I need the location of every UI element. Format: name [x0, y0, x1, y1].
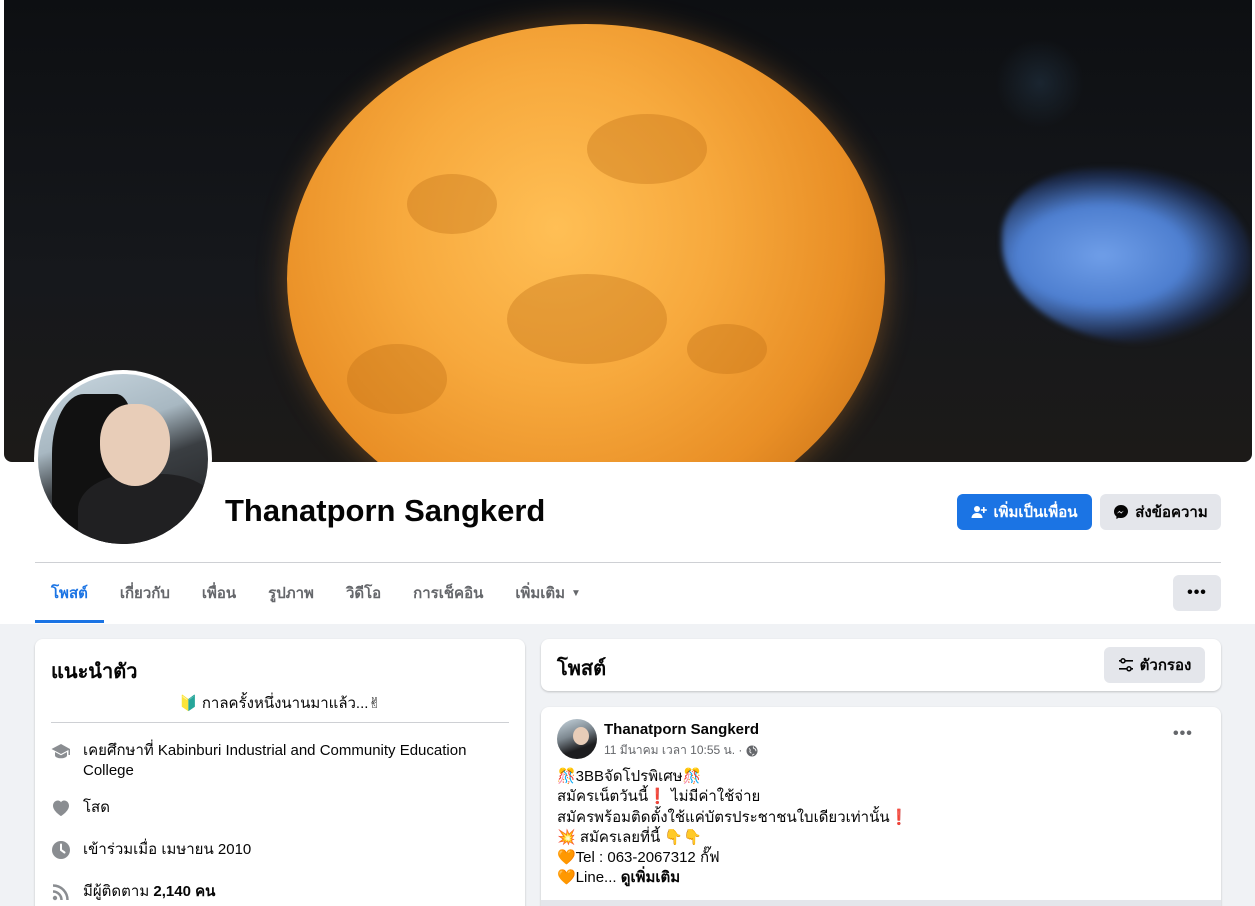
education-row: เคยศึกษาที่ Kabinburi Industrial and Com…: [51, 741, 491, 781]
joined-row: เข้าร่วมเมื่อ เมษายน 2010: [51, 840, 491, 860]
graduation-cap-icon: [51, 741, 71, 761]
post-line: สมัครเน็ตวันนี้❗ ไม่มีค่าใช้จ่าย: [557, 788, 761, 806]
intro-title: แนะนำตัว: [51, 661, 138, 683]
filter-button[interactable]: ตัวกรอง: [1104, 647, 1205, 683]
post-media-edge: [541, 900, 1221, 906]
tab-label: เพิ่มเติม: [515, 585, 566, 602]
post-author-name[interactable]: Thanatporn Sangkerd: [604, 721, 759, 738]
moon-image: [287, 24, 885, 462]
post-timestamp[interactable]: 11 มีนาคม เวลา 10:55 น. ·: [604, 741, 742, 760]
clock-icon: [51, 840, 71, 860]
tab-friends[interactable]: เพื่อน: [186, 563, 252, 623]
post-line: 🎊3BBจัดโปรพิเศษ🎊: [557, 768, 702, 785]
blue-light-image: [1002, 168, 1252, 343]
posts-header-card: โพสต์ ตัวกรอง: [541, 639, 1221, 691]
post-meta: 11 มีนาคม เวลา 10:55 น. ·: [604, 741, 758, 760]
add-friend-label: เพิ่มเป็นเพื่อน: [993, 504, 1078, 521]
filter-icon: [1118, 658, 1133, 672]
post-line: 💥 สมัครเลยที่นี้ 👇👇: [557, 828, 702, 846]
add-friend-button[interactable]: เพิ่มเป็นเพื่อน: [957, 494, 1092, 530]
tab-label: การเช็คอิน: [413, 585, 484, 602]
followers-prefix: มีผู้ติดตาม: [83, 883, 150, 900]
post-line: สมัครพร้อมติดตั้งใช้แค่บัตรประชาชนใบเดีย…: [557, 808, 909, 826]
joined-text: เข้าร่วมเมื่อ เมษายน 2010: [83, 841, 252, 858]
post-author-avatar[interactable]: [557, 719, 597, 759]
post-body: 🎊3BBจัดโปรพิเศษ🎊 สมัครเน็ตวันนี้❗ ไม่มีค…: [557, 767, 908, 889]
send-message-label: ส่งข้อความ: [1135, 504, 1208, 521]
tab-posts[interactable]: โพสต์: [35, 563, 104, 623]
education-text: เคยศึกษาที่ Kabinburi Industrial and Com…: [83, 742, 467, 779]
profile-picture[interactable]: [34, 370, 212, 548]
profile-tabs: โพสต์ เกี่ยวกับ เพื่อน รูปภาพ วิดีโอ การ…: [35, 563, 597, 623]
tab-videos[interactable]: วิดีโอ: [330, 563, 397, 623]
heart-icon: [51, 798, 71, 818]
globe-icon: [746, 745, 758, 756]
intro-divider: [51, 722, 509, 723]
tab-label: โพสต์: [51, 585, 88, 602]
caret-down-icon: ▼: [571, 587, 581, 599]
relationship-text: โสด: [83, 799, 110, 816]
post-card: Thanatporn Sangkerd 11 มีนาคม เวลา 10:55…: [541, 707, 1221, 906]
tab-photos[interactable]: รูปภาพ: [252, 563, 330, 623]
post-line: 🧡Line...: [557, 869, 617, 887]
tab-label: วิดีโอ: [345, 585, 382, 602]
filter-label: ตัวกรอง: [1139, 657, 1192, 674]
tab-label: รูปภาพ: [268, 585, 314, 602]
followers-count: 2,140 คน: [153, 883, 216, 900]
intro-bio: 🔰 กาลครั้งหนึ่งนานมาแล้ว...✌: [178, 695, 382, 712]
posts-title: โพสต์: [557, 658, 607, 680]
profile-header: Thanatporn Sangkerd เพิ่มเป็นเพื่อน ส่งข…: [0, 0, 1255, 624]
see-more-link[interactable]: ดูเพิ่มเติม: [621, 869, 680, 886]
add-friend-icon: [971, 506, 988, 518]
rss-icon: [51, 882, 71, 902]
avatar: [38, 374, 208, 544]
send-message-button[interactable]: ส่งข้อความ: [1100, 494, 1221, 530]
post-line: 🧡Tel : 063-2067312 กั๊ฟ: [557, 849, 720, 867]
followers-row[interactable]: มีผู้ติดตาม 2,140 คน: [51, 882, 491, 902]
tab-checkins[interactable]: การเช็คอิน: [397, 563, 499, 623]
profile-name: Thanatporn Sangkerd: [225, 493, 546, 528]
intro-card: แนะนำตัว 🔰 กาลครั้งหนึ่งนานมาแล้ว...✌ เค…: [35, 639, 525, 906]
post-options-button[interactable]: •••: [1173, 725, 1193, 743]
profile-more-button[interactable]: •••: [1173, 575, 1221, 611]
tab-label: เกี่ยวกับ: [119, 585, 170, 602]
cover-photo[interactable]: [4, 0, 1252, 462]
relationship-row: โสด: [51, 798, 491, 818]
tab-more[interactable]: เพิ่มเติม ▼: [499, 563, 597, 623]
tab-about[interactable]: เกี่ยวกับ: [104, 563, 186, 623]
tab-label: เพื่อน: [201, 585, 237, 602]
messenger-icon: [1114, 505, 1129, 519]
